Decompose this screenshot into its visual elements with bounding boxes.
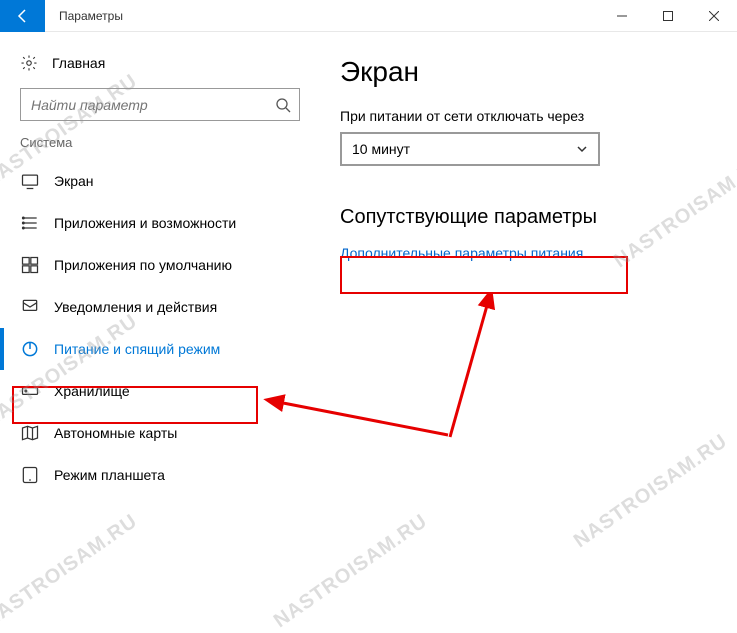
sidebar-item-display[interactable]: Экран [0, 160, 320, 202]
minimize-button[interactable] [599, 0, 645, 32]
arrow-left-icon [15, 8, 31, 24]
tablet-mode-icon [20, 465, 40, 485]
offline-maps-icon [20, 423, 40, 443]
sidebar-item-apps[interactable]: Приложения и возможности [0, 202, 320, 244]
window-title: Параметры [45, 9, 599, 23]
category-heading: Система [0, 135, 320, 160]
minimize-icon [617, 11, 627, 21]
storage-icon [20, 381, 40, 401]
sidebar-item-label: Приложения и возможности [54, 215, 236, 231]
search-box[interactable] [20, 88, 300, 121]
window-controls [599, 0, 737, 32]
content-pane: Экран При питании от сети отключать чере… [320, 32, 737, 582]
sidebar-item-label: Приложения по умолчанию [54, 257, 232, 273]
sidebar-item-maps[interactable]: Автономные карты [0, 412, 320, 454]
additional-power-settings-link[interactable]: Дополнительные параметры питания [340, 245, 717, 261]
notifications-icon [20, 297, 40, 317]
gear-icon [20, 54, 38, 72]
sidebar-item-default-apps[interactable]: Приложения по умолчанию [0, 244, 320, 286]
nav-list: Экран Приложения и возможности Приложени… [0, 160, 320, 496]
screen-timeout-select[interactable]: 10 минут [340, 132, 600, 166]
titlebar: Параметры [0, 0, 737, 32]
page-title: Экран [340, 56, 717, 88]
apps-list-icon [20, 213, 40, 233]
related-heading: Сопутствующие параметры [340, 206, 717, 229]
select-value: 10 минут [352, 141, 410, 157]
close-button[interactable] [691, 0, 737, 32]
sidebar-item-label: Экран [54, 173, 94, 189]
power-icon [20, 339, 40, 359]
sidebar-item-label: Питание и спящий режим [54, 341, 220, 357]
maximize-button[interactable] [645, 0, 691, 32]
sidebar: Главная Система Экран Приложения и возмо… [0, 32, 320, 582]
home-link[interactable]: Главная [0, 48, 320, 88]
chevron-down-icon [576, 143, 588, 155]
back-button[interactable] [0, 0, 45, 32]
maximize-icon [663, 11, 673, 21]
sidebar-item-label: Режим планшета [54, 467, 165, 483]
display-icon [20, 171, 40, 191]
default-apps-icon [20, 255, 40, 275]
sidebar-item-label: Автономные карты [54, 425, 177, 441]
home-label: Главная [52, 55, 105, 71]
plugged-in-label: При питании от сети отключать через [340, 108, 717, 124]
search-icon [275, 97, 291, 113]
sidebar-item-label: Хранилище [54, 383, 130, 399]
search-input[interactable] [31, 97, 267, 113]
sidebar-item-storage[interactable]: Хранилище [0, 370, 320, 412]
close-icon [709, 11, 719, 21]
sidebar-item-notifications[interactable]: Уведомления и действия [0, 286, 320, 328]
sidebar-item-tablet[interactable]: Режим планшета [0, 454, 320, 496]
sidebar-item-power[interactable]: Питание и спящий режим [0, 328, 320, 370]
sidebar-item-label: Уведомления и действия [54, 299, 217, 315]
